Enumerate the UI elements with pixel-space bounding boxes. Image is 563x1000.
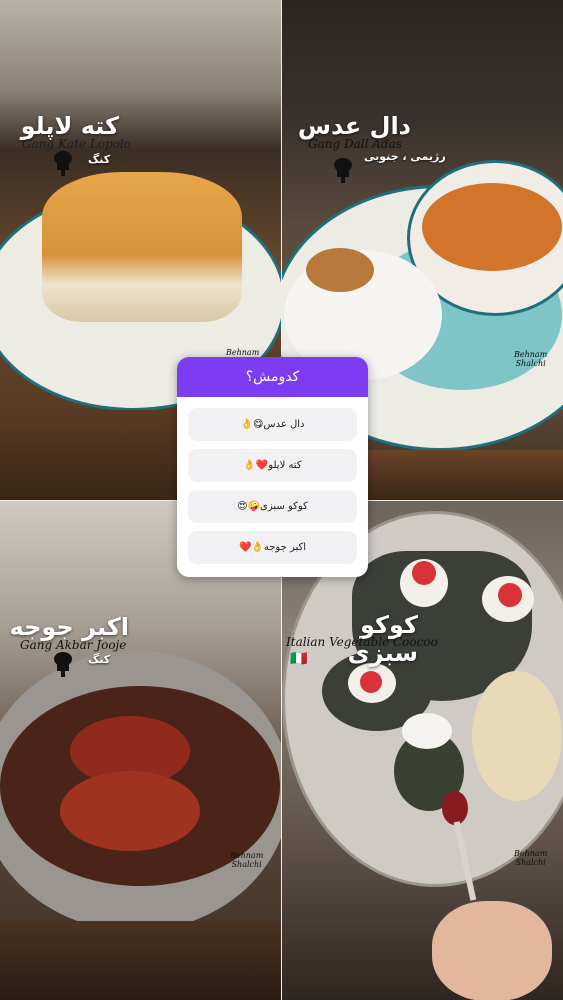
garnish — [412, 561, 436, 585]
watermark: Behnam Shalchi — [514, 849, 547, 867]
chef-hat-icon — [54, 652, 72, 677]
watermark-line1: Behnam — [230, 851, 264, 860]
watermark-line2: Shalchi — [515, 359, 546, 368]
dish-note: کنگ — [88, 153, 111, 166]
rice-cake — [42, 172, 242, 322]
watermark-line2: Shalchi — [231, 860, 262, 869]
garnish — [360, 671, 382, 693]
poll-question: کدومش؟ — [177, 357, 368, 397]
dish-title: اکبر جوجه — [9, 613, 129, 641]
dish-subtitle: Gang Kate Lopolo — [22, 137, 131, 151]
poll-option-dal-adas[interactable]: دال عدس😋👌 — [188, 408, 357, 441]
table — [0, 921, 281, 1000]
dish-note: رژیمی ، جنوبی — [364, 150, 446, 163]
garnish — [498, 583, 522, 607]
lentil-stew — [422, 183, 562, 271]
spoon-rice — [402, 713, 452, 749]
poll-option-akbar-jooje[interactable]: اکبر جوجه👌❤️ — [188, 531, 357, 564]
watermark: Behnam Shalchi — [514, 350, 547, 368]
hand — [432, 901, 552, 1000]
poll-option-kuku-sabzi[interactable]: کوکو سبزی🤪😍 — [188, 490, 357, 523]
topping — [306, 248, 374, 292]
dish-subtitle: Gang Akbar Jooje — [20, 638, 127, 652]
poll-option-kate-lapolo[interactable]: کته لاپلو❤️👌 — [188, 449, 357, 482]
watermark: Behnam Shalchi — [230, 851, 263, 869]
italy-flag-icon: 🇮🇹 — [290, 651, 308, 667]
watermark-line1: Behnam — [514, 350, 548, 359]
spoon-tip — [442, 791, 468, 825]
dish-subtitle: Italian Vegetable Coocoo — [286, 635, 438, 649]
watermark-line2: Shalchi — [515, 858, 546, 867]
dish-note: کنگ — [88, 653, 111, 666]
dish-title: دال عدس — [297, 112, 411, 140]
watermark-line1: Behnam — [226, 348, 260, 357]
poll-sticker: کدومش؟ دال عدس😋👌 کته لاپلو❤️👌 کوکو سبزی🤪… — [177, 357, 368, 577]
dish-subtitle: Gang Dall Adas — [308, 137, 402, 151]
chicken — [60, 771, 200, 851]
bread — [472, 671, 562, 801]
chef-hat-icon — [334, 158, 352, 183]
dish-title: کته لاپلو — [20, 112, 119, 140]
watermark-line1: Behnam — [514, 849, 548, 858]
chef-hat-icon — [54, 151, 72, 176]
